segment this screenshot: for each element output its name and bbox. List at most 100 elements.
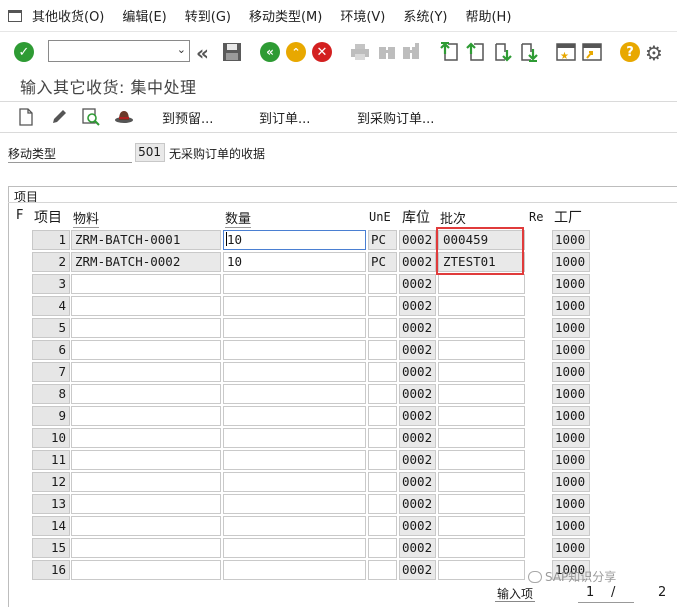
batch-field[interactable] xyxy=(438,340,525,360)
material-field[interactable] xyxy=(71,296,221,316)
to-order-button[interactable]: 到订单... xyxy=(259,108,310,127)
batch-field[interactable] xyxy=(438,384,525,404)
cancel-icon[interactable]: ✕ xyxy=(312,42,332,62)
storage-location-field[interactable]: 0002 xyxy=(399,516,436,536)
material-field[interactable] xyxy=(71,340,221,360)
material-field[interactable] xyxy=(71,538,221,558)
column-header-f[interactable]: F xyxy=(16,208,23,223)
storage-location-field[interactable]: 0002 xyxy=(399,362,436,382)
edit-pencil-icon[interactable] xyxy=(50,108,68,126)
enter-check-icon[interactable]: ✓ xyxy=(14,42,34,62)
plant-field[interactable]: 1000 xyxy=(552,384,590,404)
material-field[interactable] xyxy=(71,428,221,448)
column-header-material[interactable]: 物料 xyxy=(73,208,100,228)
plant-field[interactable]: 1000 xyxy=(552,428,590,448)
chevron-down-icon[interactable]: ⌄ xyxy=(177,43,186,56)
plant-field[interactable]: 1000 xyxy=(552,472,590,492)
shortcut-icon[interactable] xyxy=(582,42,604,62)
unit-field[interactable] xyxy=(368,362,397,382)
plant-field[interactable]: 1000 xyxy=(552,516,590,536)
batch-field[interactable] xyxy=(438,274,525,294)
collapse-icon[interactable]: « xyxy=(196,41,209,65)
batch-field[interactable] xyxy=(438,406,525,426)
to-reservation-button[interactable]: 到预留... xyxy=(162,108,213,127)
new-document-icon[interactable] xyxy=(18,108,34,126)
menu-movement-type[interactable]: 移动类型(M) xyxy=(249,6,322,25)
plant-field[interactable]: 1000 xyxy=(552,274,590,294)
storage-location-field[interactable]: 0002 xyxy=(399,296,436,316)
first-page-icon[interactable] xyxy=(440,42,460,62)
material-field[interactable] xyxy=(71,516,221,536)
column-header-quantity[interactable]: 数量 xyxy=(225,208,252,228)
unit-field[interactable] xyxy=(368,384,397,404)
batch-field[interactable] xyxy=(438,560,525,580)
back-icon[interactable]: « xyxy=(260,42,280,62)
storage-location-field[interactable]: 0002 xyxy=(399,274,436,294)
batch-field[interactable] xyxy=(438,472,525,492)
menu-help[interactable]: 帮助(H) xyxy=(465,6,511,25)
quantity-field[interactable] xyxy=(223,318,366,338)
plant-field[interactable]: 1000 xyxy=(552,362,590,382)
menu-other-receipt[interactable]: 其他收货(O) xyxy=(32,6,104,25)
column-header-item[interactable]: 项目 xyxy=(34,207,62,227)
unit-field[interactable] xyxy=(368,340,397,360)
column-header-sloc[interactable]: 库位 xyxy=(402,207,430,227)
storage-location-field[interactable]: 0002 xyxy=(399,340,436,360)
material-field[interactable] xyxy=(71,450,221,470)
unit-field[interactable] xyxy=(368,450,397,470)
quantity-field[interactable] xyxy=(223,494,366,514)
storage-location-field[interactable]: 0002 xyxy=(399,252,436,272)
unit-field[interactable] xyxy=(368,494,397,514)
storage-location-field[interactable]: 0002 xyxy=(399,318,436,338)
last-page-icon[interactable] xyxy=(518,42,538,62)
unit-field[interactable] xyxy=(368,318,397,338)
batch-field[interactable] xyxy=(438,494,525,514)
unit-field[interactable]: PC xyxy=(368,230,397,250)
unit-field[interactable] xyxy=(368,538,397,558)
find-next-icon[interactable] xyxy=(402,43,420,61)
batch-field[interactable] xyxy=(438,516,525,536)
menu-goto[interactable]: 转到(G) xyxy=(185,6,231,25)
quantity-field[interactable] xyxy=(223,472,366,492)
unit-field[interactable] xyxy=(368,560,397,580)
material-field[interactable] xyxy=(71,384,221,404)
create-session-icon[interactable]: ★ xyxy=(556,42,578,62)
storage-location-field[interactable]: 0002 xyxy=(399,428,436,448)
next-page-icon[interactable] xyxy=(492,42,512,62)
quantity-field[interactable]: 10 xyxy=(223,252,366,272)
display-icon[interactable] xyxy=(82,108,100,126)
entry-current[interactable]: 1 xyxy=(586,585,594,600)
unit-field[interactable] xyxy=(368,274,397,294)
material-field[interactable] xyxy=(71,318,221,338)
quantity-field[interactable] xyxy=(223,362,366,382)
unit-field[interactable] xyxy=(368,472,397,492)
find-icon[interactable] xyxy=(378,43,396,61)
batch-field[interactable] xyxy=(438,318,525,338)
settings-icon[interactable]: ⚙ xyxy=(645,41,663,65)
unit-field[interactable] xyxy=(368,406,397,426)
column-header-re[interactable]: Re xyxy=(529,210,543,224)
storage-location-field[interactable]: 0002 xyxy=(399,384,436,404)
material-field[interactable] xyxy=(71,406,221,426)
column-header-une[interactable]: UnE xyxy=(369,210,391,224)
quantity-field[interactable] xyxy=(223,384,366,404)
batch-field[interactable] xyxy=(438,428,525,448)
batch-field[interactable] xyxy=(438,296,525,316)
storage-location-field[interactable]: 0002 xyxy=(399,406,436,426)
help-icon[interactable]: ? xyxy=(620,42,640,62)
window-menu-icon[interactable] xyxy=(8,9,22,22)
quantity-field[interactable] xyxy=(223,406,366,426)
column-header-batch[interactable]: 批次 xyxy=(440,208,467,228)
quantity-field[interactable]: 10 xyxy=(223,230,366,250)
hold-hat-icon[interactable] xyxy=(114,108,134,124)
unit-field[interactable]: PC xyxy=(368,252,397,272)
plant-field[interactable]: 1000 xyxy=(552,406,590,426)
unit-field[interactable] xyxy=(368,296,397,316)
column-header-plant[interactable]: 工厂 xyxy=(554,207,582,227)
quantity-field[interactable] xyxy=(223,296,366,316)
quantity-field[interactable] xyxy=(223,516,366,536)
storage-location-field[interactable]: 0002 xyxy=(399,450,436,470)
batch-field[interactable] xyxy=(438,362,525,382)
to-purchase-order-button[interactable]: 到采购订单... xyxy=(357,108,434,127)
storage-location-field[interactable]: 0002 xyxy=(399,538,436,558)
